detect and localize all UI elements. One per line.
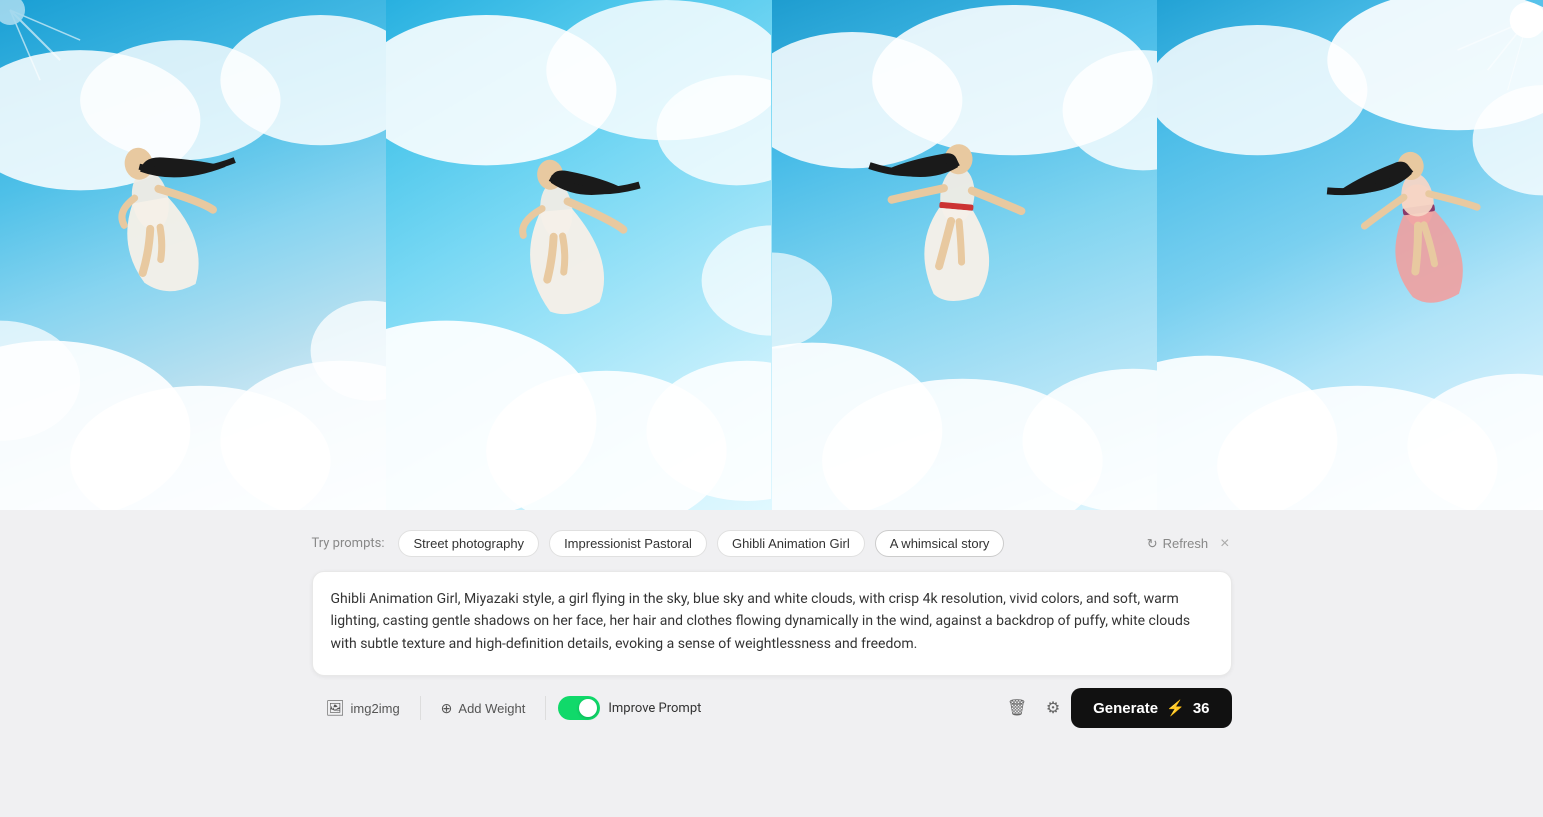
generate-label: Generate xyxy=(1093,700,1158,717)
image-panel-1[interactable] xyxy=(0,0,386,510)
prompt-textarea[interactable] xyxy=(331,588,1213,655)
image-panel-4[interactable] xyxy=(1157,0,1543,510)
prompt-container xyxy=(312,571,1232,676)
chip-whimsical[interactable]: A whimsical story xyxy=(875,530,1005,557)
controls-area: Try prompts: Street photography Impressi… xyxy=(0,510,1543,817)
divider-1 xyxy=(420,696,421,720)
refresh-button[interactable]: ↻ Refresh xyxy=(1147,536,1208,552)
add-weight-icon: ⊕ xyxy=(441,700,453,717)
refresh-label: Refresh xyxy=(1163,536,1209,551)
trash-button[interactable]: 🗑 xyxy=(999,690,1035,726)
improve-prompt-label: Improve Prompt xyxy=(608,701,701,716)
chip-street[interactable]: Street photography xyxy=(398,530,539,557)
image-panel-3[interactable] xyxy=(772,0,1158,510)
add-weight-button[interactable]: ⊕ Add Weight xyxy=(427,692,540,725)
img2img-icon: 🖼 xyxy=(326,699,345,717)
trash-icon: 🗑 xyxy=(1007,698,1027,718)
add-weight-label: Add Weight xyxy=(458,701,525,716)
refresh-icon: ↻ xyxy=(1147,536,1158,552)
try-prompts-label: Try prompts: xyxy=(312,536,385,551)
settings-button[interactable]: ⚙ xyxy=(1035,690,1071,726)
improve-prompt-toggle[interactable] xyxy=(558,696,600,720)
settings-icon: ⚙ xyxy=(1046,698,1060,718)
close-button[interactable]: × xyxy=(1218,535,1231,553)
chip-ghibli[interactable]: Ghibli Animation Girl xyxy=(717,530,865,557)
generate-cost: 36 xyxy=(1193,700,1210,717)
generate-button[interactable]: Generate ⚡ 36 xyxy=(1071,688,1231,728)
img2img-label: img2img xyxy=(351,701,400,716)
toggle-knob xyxy=(579,699,597,717)
bottom-toolbar: 🖼 img2img ⊕ Add Weight Improve Prompt 🗑 … xyxy=(312,688,1232,728)
image-gallery xyxy=(0,0,1543,510)
image-panel-2[interactable] xyxy=(386,0,772,510)
divider-2 xyxy=(545,696,546,720)
img2img-button[interactable]: 🖼 img2img xyxy=(312,691,414,725)
chip-impressionist[interactable]: Impressionist Pastoral xyxy=(549,530,707,557)
improve-prompt-toggle-container: Improve Prompt xyxy=(558,696,701,720)
lightning-icon: ⚡ xyxy=(1166,699,1185,717)
prompts-bar: Try prompts: Street photography Impressi… xyxy=(312,530,1232,557)
